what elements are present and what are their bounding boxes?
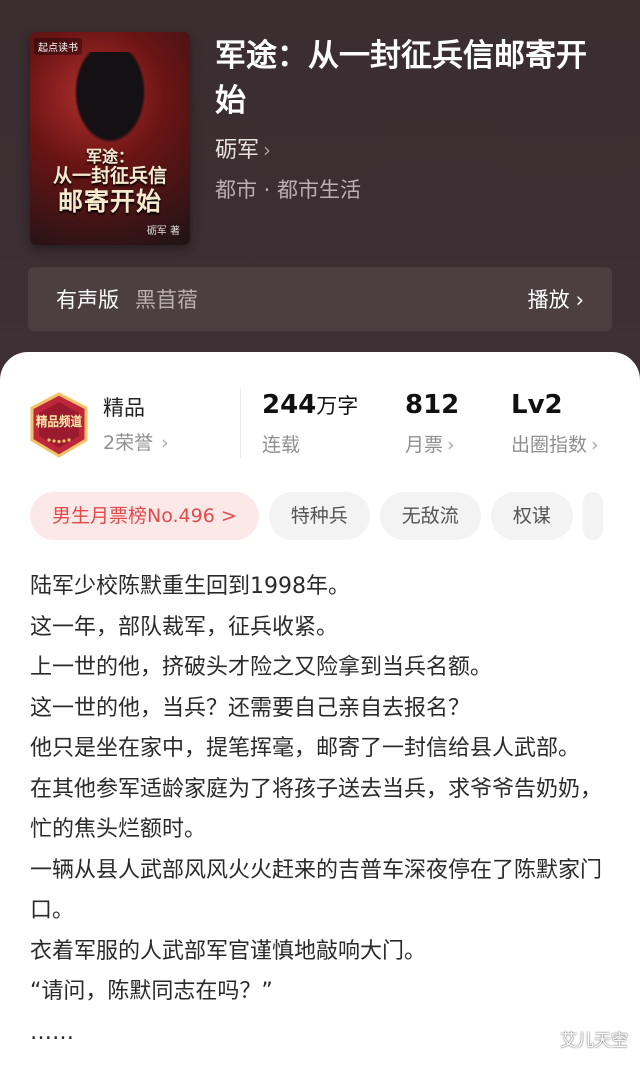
monthly-votes-value: 812	[405, 390, 460, 420]
chevron-right-icon: ›	[447, 434, 455, 456]
description-line: 衣着军服的人武部军官谨慎地敲响大门。	[30, 938, 427, 964]
tag-rank[interactable]: 男生月票榜No.496 >	[30, 492, 259, 540]
chevron-right-icon: ›	[263, 138, 272, 162]
author-name: 砺军	[215, 138, 260, 163]
word-count-stat: 244万字 连载	[262, 390, 358, 457]
serial-status: 连载	[262, 434, 301, 456]
description-line: 陆军少校陈默重生回到1998年。	[30, 574, 350, 599]
play-button[interactable]: 播放 ›	[528, 284, 584, 314]
chevron-right-icon: ›	[591, 434, 599, 456]
book-title: 军途：从一封征兵信邮寄开始	[215, 38, 587, 119]
level-label: 出圈指数	[511, 434, 588, 456]
book-info-card: 精品频道 精品 2荣誉 › 244万字 连载 812 月票 › Lv2 出圈指数 › …	[0, 352, 640, 1065]
description-line: “请问，陈默同志在吗？”	[30, 979, 273, 1004]
stats-row: 精品频道 精品 2荣誉 › 244万字 连载 812 月票 › Lv2 出圈指数 ›	[0, 388, 640, 470]
monthly-votes-label: 月票	[405, 434, 444, 456]
cover-soldier-art	[68, 52, 152, 152]
tag-item[interactable]: 无敌流	[379, 492, 481, 540]
word-count-value: 244	[262, 390, 317, 420]
description-line: 这一世的他，当兵？还需要自己亲自去报名？	[30, 695, 471, 721]
tag-item[interactable]: 特种兵	[268, 492, 370, 540]
tag-item-overflow[interactable]	[582, 492, 603, 540]
popularity-stat[interactable]: Lv2 出圈指数 ›	[511, 390, 599, 457]
quality-label: 精品	[103, 396, 145, 420]
description-line: 一辆从县人武部风风火火赶来的吉普车深夜停在了陈默家门口。	[30, 857, 603, 924]
cover-publisher-badge: 起点读书	[34, 38, 82, 55]
description-line: ……	[30, 1019, 74, 1045]
book-genre: 都市 · 都市生活	[215, 178, 362, 202]
quality-badge-icon[interactable]: 精品频道	[28, 392, 90, 458]
chevron-right-icon: ›	[575, 288, 584, 312]
watermark: 艾儿天空	[560, 1031, 628, 1051]
stats-divider	[240, 388, 241, 458]
word-count-unit: 万字	[316, 394, 359, 418]
audio-label: 有声版	[56, 288, 119, 312]
monthly-votes-stat[interactable]: 812 月票 ›	[405, 390, 459, 457]
audio-version-bar[interactable]: 有声版 黑苜蓿 播放 ›	[28, 267, 612, 331]
audio-narrator: 黑苜蓿	[135, 288, 198, 312]
cover-author-credit: 砺军 著	[146, 226, 180, 237]
description-line: 在其他参军适龄家庭为了将孩子送去当兵，求爷爷告奶奶，忙的焦头烂额时。	[30, 776, 603, 843]
description-line: 他只是坐在家中，提笔挥毫，邮寄了一封信给县人武部。	[30, 736, 581, 761]
description-line: 这一年，部队裁军，征兵收紧。	[30, 614, 339, 640]
author-link[interactable]: 砺军 ›	[215, 132, 271, 164]
chevron-right-icon: ›	[161, 432, 169, 454]
honor-link[interactable]: 2荣誉 ›	[103, 428, 169, 455]
tag-item[interactable]: 权谋	[490, 492, 573, 540]
cover-title: 军途： 从一封征兵信 邮寄开始	[52, 147, 167, 217]
book-header: 起点读书 军途： 从一封征兵信 邮寄开始 砺军 著 军途：从一封征兵信邮寄开始 …	[0, 0, 640, 380]
tag-list: 男生月票榜No.496 > 特种兵 无敌流 权谋	[30, 492, 640, 542]
book-cover[interactable]: 起点读书 军途： 从一封征兵信 邮寄开始 砺军 著	[30, 32, 190, 245]
badge-text: 精品频道	[36, 414, 82, 430]
description-line: 上一世的他，挤破头才险之又险拿到当兵名额。	[30, 655, 493, 680]
level-value: Lv2	[511, 390, 563, 420]
book-description: 陆军少校陈默重生回到1998年。 这一年，部队裁军，征兵收紧。 上一世的他，挤破…	[30, 567, 610, 1053]
